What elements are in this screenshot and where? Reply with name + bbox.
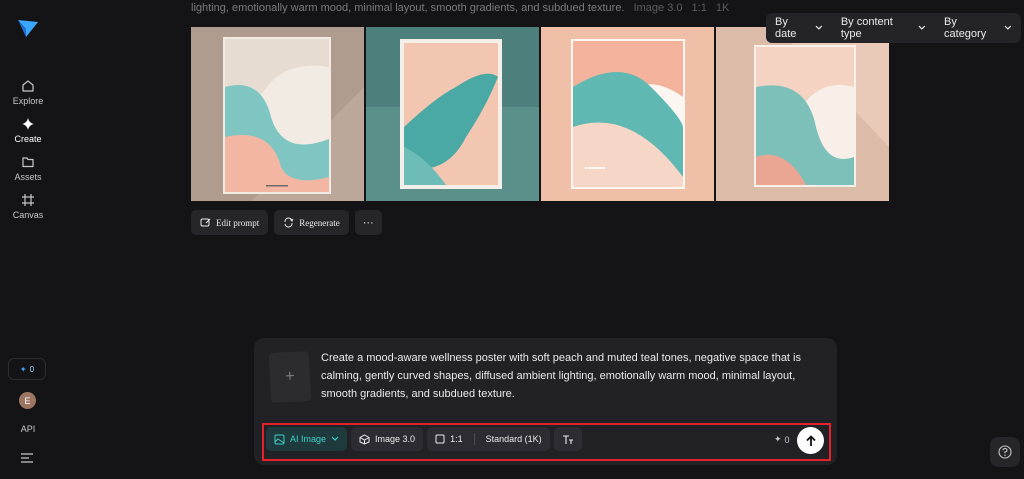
model-label: Image 3.0 [375,434,416,444]
result-caption: lighting, emotionally warm mood, minimal… [191,2,729,14]
edit-prompt-label: Edit prompt [216,217,260,228]
sidebar: Explore Create Assets Canvas ✦ 0 E API [0,0,56,479]
folder-icon [22,157,34,168]
filter-label: By date [775,16,797,40]
more-options-button[interactable]: ··· [354,210,382,235]
avatar[interactable]: E [19,392,36,409]
chevron-down-icon [1004,25,1012,30]
caption-model: Image 3.0 [633,2,683,14]
chevron-down-icon [918,25,926,30]
ratio-quality-selector[interactable]: 1:1 Standard (1K) [427,427,550,451]
composer-toolbar: AI Image Image 3.0 1:1 Standard (1K) [266,427,582,451]
model-selector[interactable]: Image 3.0 [351,427,424,451]
sparkle-icon [22,118,34,130]
prompt-composer: + Create a mood-aware wellness poster wi… [254,338,837,465]
chevron-down-icon [331,436,339,441]
result-actions: Edit prompt Regenerate ··· [191,210,382,235]
result-image-1[interactable] [191,27,364,201]
quality-label: Standard (1K) [485,434,542,444]
text-icon [562,434,573,444]
sidebar-item-canvas[interactable]: Canvas [0,193,56,220]
result-image-3[interactable] [541,27,714,201]
filter-label: By content type [840,16,893,40]
sidebar-item-explore[interactable]: Explore [0,79,56,106]
cost-value: 0 [784,434,790,445]
chevron-down-icon [815,25,823,30]
regenerate-button[interactable]: Regenerate [274,210,349,235]
sparkle-icon: ✦ [774,434,782,444]
caption-text: lighting, emotionally warm mood, minimal… [191,2,625,14]
caption-ratio: 1:1 [691,2,707,14]
cube-icon [359,433,370,445]
credits-badge[interactable]: ✦ 0 [8,358,46,380]
filter-by-date[interactable]: By date [766,16,832,40]
upload-reference-button[interactable]: + [268,350,312,404]
result-images [191,27,889,201]
caption-resolution: 1K [715,2,730,14]
sidebar-item-assets[interactable]: Assets [0,155,56,182]
ratio-label: 1:1 [450,434,463,444]
sparkle-icon: ✦ [19,364,27,374]
sidebar-item-label: Assets [14,172,42,182]
regenerate-label: Regenerate [299,217,340,228]
app-logo-icon[interactable] [17,18,39,38]
credits-count: 0 [29,364,35,374]
edit-prompt-button[interactable]: Edit prompt [191,210,269,235]
sidebar-item-label: Create [14,134,42,144]
api-link[interactable]: API [0,424,56,434]
sidebar-item-create[interactable]: Create [0,117,56,144]
filter-by-content-type[interactable]: By content type [832,16,935,40]
text-style-button[interactable] [553,427,582,451]
mode-selector[interactable]: AI Image [266,427,348,451]
image-icon [274,434,285,444]
arrow-up-icon [805,434,816,446]
help-button[interactable] [990,437,1020,467]
sidebar-item-label: Canvas [12,210,44,220]
canvas-icon [22,194,34,206]
edit-icon [200,218,211,227]
help-icon [998,445,1012,459]
generation-cost: ✦ 0 [774,434,790,445]
refresh-icon [284,217,294,228]
filter-by-category[interactable]: By category [935,16,1021,40]
result-image-4[interactable] [716,27,889,201]
send-button[interactable] [797,427,824,454]
prompt-input[interactable]: Create a mood-aware wellness poster with… [321,349,826,403]
filter-bar: By date By content type By category [766,13,1021,43]
menu-icon[interactable] [21,453,35,463]
square-icon [435,434,445,444]
divider [473,433,475,445]
filter-label: By category [944,16,987,40]
result-image-2[interactable] [366,27,539,201]
home-icon [22,80,34,92]
sidebar-item-label: Explore [12,96,44,106]
mode-label: AI Image [290,434,327,444]
